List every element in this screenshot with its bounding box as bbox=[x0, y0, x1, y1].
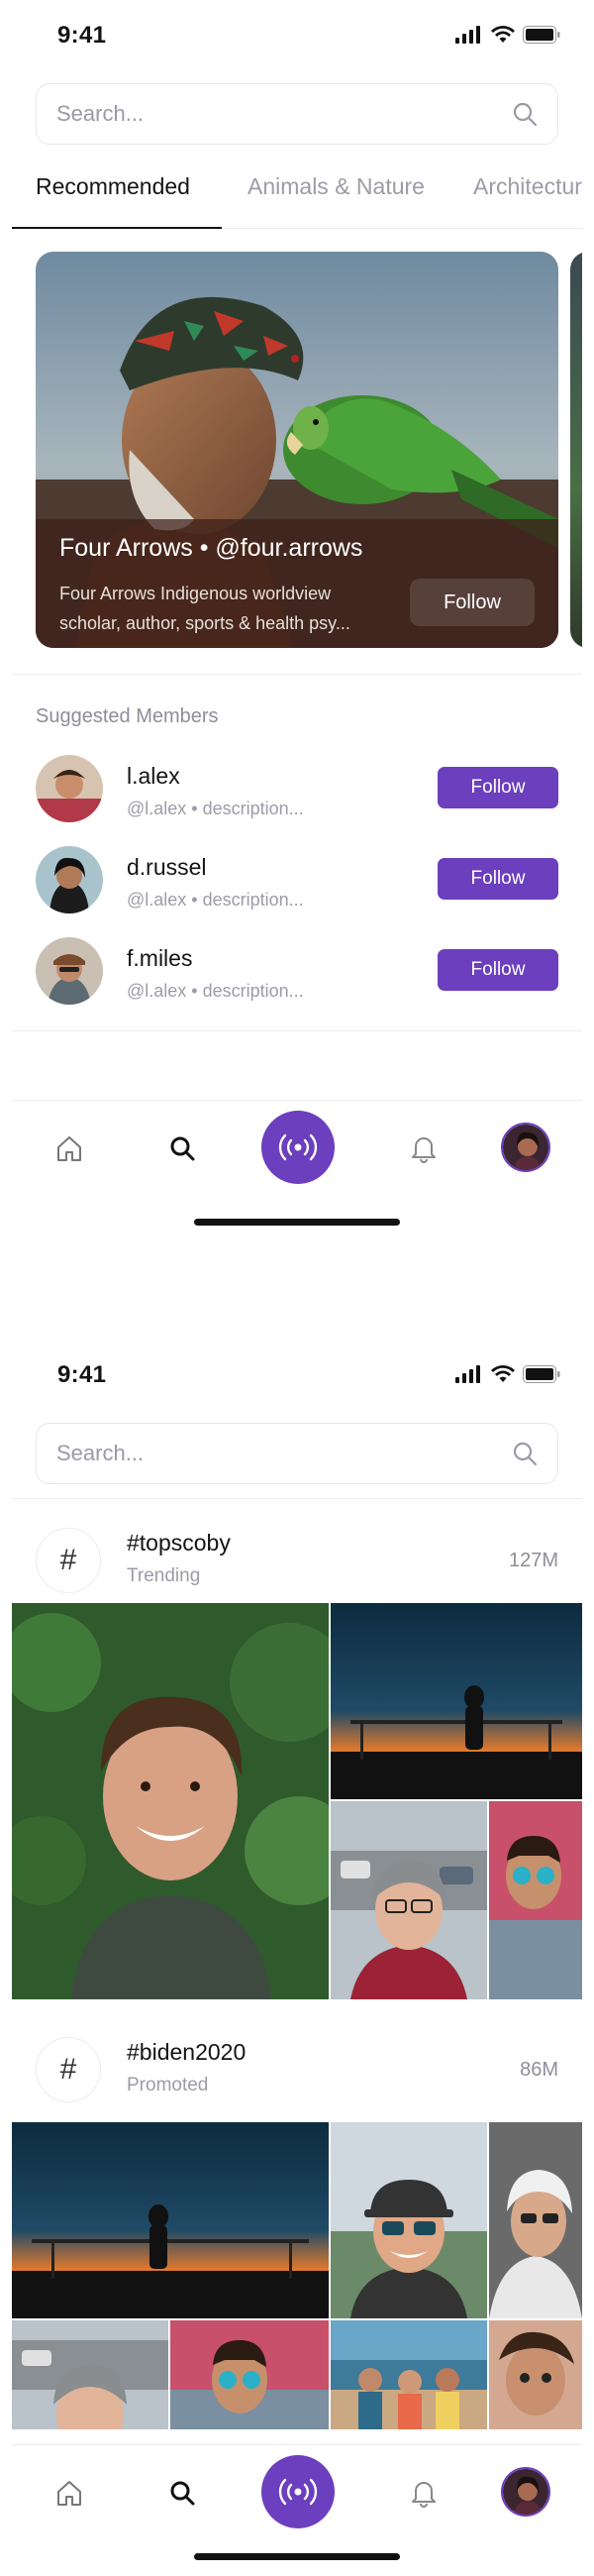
hashtag-row[interactable]: # #topscoby Trending 127M bbox=[12, 1508, 582, 1617]
hashtag-icon: # bbox=[36, 1528, 101, 1593]
live-broadcast-icon bbox=[278, 1133, 318, 1161]
member-description: @l.alex • description... bbox=[127, 890, 304, 910]
search-input[interactable]: Search... bbox=[36, 1423, 558, 1484]
search-input[interactable]: Search... bbox=[36, 83, 558, 145]
home-indicator bbox=[194, 1219, 400, 1226]
follow-button[interactable]: Follow bbox=[438, 767, 558, 808]
featured-card[interactable]: Four Arrows • @four.arrows Four Arrows I… bbox=[36, 252, 558, 648]
next-featured-card-peek[interactable] bbox=[570, 252, 582, 648]
hashtag-count: 86M bbox=[520, 2059, 558, 2081]
bell-icon[interactable] bbox=[404, 2473, 444, 2513]
live-broadcast-icon bbox=[278, 2478, 318, 2506]
photo-tile[interactable] bbox=[489, 1801, 582, 1999]
status-time: 9:41 bbox=[57, 1361, 107, 1388]
cellular-signal-icon bbox=[455, 26, 480, 44]
avatar[interactable] bbox=[36, 755, 103, 822]
search-icon[interactable] bbox=[162, 2473, 202, 2513]
hashtag-row[interactable]: # #biden2020 Promoted 86M bbox=[12, 2017, 582, 2126]
bell-icon[interactable] bbox=[404, 1128, 444, 1168]
category-tabs: Recommended Animals & Nature Architectur bbox=[12, 154, 582, 229]
photo-tile[interactable] bbox=[12, 1603, 329, 1999]
member-name: l.alex bbox=[127, 763, 180, 789]
hashtag-photo-grid bbox=[12, 1603, 582, 1999]
explore-screen: 9:41 Search... Recommended Animals & Nat… bbox=[12, 0, 582, 1231]
profile-avatar[interactable] bbox=[501, 1123, 550, 1172]
active-tab-indicator bbox=[12, 227, 222, 229]
member-row[interactable]: l.alex @l.alex • description... Follow bbox=[36, 755, 558, 828]
search-placeholder: Search... bbox=[56, 1441, 145, 1465]
tab-animals-nature[interactable]: Animals & Nature bbox=[248, 173, 425, 200]
hashtag-subtitle: Trending bbox=[127, 1565, 201, 1586]
featured-follow-button[interactable]: Follow bbox=[410, 579, 535, 626]
cellular-signal-icon bbox=[455, 1365, 480, 1383]
follow-button[interactable]: Follow bbox=[438, 949, 558, 991]
hashtag-title: #topscoby bbox=[127, 1530, 231, 1556]
bottom-nav bbox=[12, 1100, 582, 1199]
photo-tile[interactable] bbox=[331, 2320, 487, 2429]
search-icon[interactable] bbox=[162, 1128, 202, 1168]
home-indicator bbox=[194, 2553, 400, 2560]
photo-tile[interactable] bbox=[12, 2122, 329, 2318]
tab-recommended[interactable]: Recommended bbox=[36, 173, 190, 200]
search-icon[interactable] bbox=[512, 1441, 538, 1466]
avatar[interactable] bbox=[36, 937, 103, 1005]
home-icon[interactable] bbox=[50, 1128, 89, 1168]
hashtag-count: 127M bbox=[508, 1550, 558, 1571]
photo-tile[interactable] bbox=[331, 1603, 582, 1799]
follow-button[interactable]: Follow bbox=[438, 858, 558, 900]
member-description: @l.alex • description... bbox=[127, 981, 304, 1001]
member-name: d.russel bbox=[127, 854, 207, 880]
suggested-members-title: Suggested Members bbox=[36, 705, 219, 727]
status-bar: 9:41 bbox=[12, 1340, 582, 1411]
battery-icon bbox=[523, 26, 560, 44]
home-icon[interactable] bbox=[50, 2473, 89, 2513]
photo-tile[interactable] bbox=[489, 2320, 582, 2429]
battery-icon bbox=[523, 1365, 560, 1383]
status-bar: 9:41 bbox=[12, 0, 582, 71]
featured-title: Four Arrows • @four.arrows bbox=[59, 534, 363, 562]
live-broadcast-button[interactable] bbox=[261, 2455, 335, 2528]
photo-tile[interactable] bbox=[12, 2320, 168, 2429]
featured-description: Four Arrows Indigenous worldview scholar… bbox=[59, 584, 350, 633]
bottom-nav bbox=[12, 2444, 582, 2543]
live-broadcast-button[interactable] bbox=[261, 1111, 335, 1184]
member-row[interactable]: f.miles @l.alex • description... Follow bbox=[36, 937, 558, 1011]
search-placeholder: Search... bbox=[56, 101, 145, 126]
member-description: @l.alex • description... bbox=[127, 799, 304, 818]
hashtag-title: #biden2020 bbox=[127, 2039, 247, 2065]
wifi-icon bbox=[491, 1365, 515, 1382]
status-time: 9:41 bbox=[57, 22, 107, 49]
wifi-icon bbox=[491, 26, 515, 43]
hashtag-subtitle: Promoted bbox=[127, 2075, 209, 2095]
photo-tile[interactable] bbox=[489, 2122, 582, 2318]
tab-architecture[interactable]: Architectur bbox=[473, 173, 582, 200]
profile-avatar[interactable] bbox=[501, 2467, 550, 2517]
search-icon[interactable] bbox=[512, 101, 538, 127]
photo-tile[interactable] bbox=[331, 1801, 487, 1999]
photo-tile[interactable] bbox=[170, 2320, 329, 2429]
photo-tile[interactable] bbox=[331, 2122, 487, 2318]
hashtags-screen: 9:41 Search... # #topscoby Trending 127M bbox=[12, 1340, 582, 2576]
hashtag-photo-grid bbox=[12, 2122, 582, 2429]
hashtag-icon: # bbox=[36, 2037, 101, 2102]
member-row[interactable]: d.russel @l.alex • description... Follow bbox=[36, 846, 558, 919]
avatar[interactable] bbox=[36, 846, 103, 913]
member-name: f.miles bbox=[127, 945, 193, 971]
